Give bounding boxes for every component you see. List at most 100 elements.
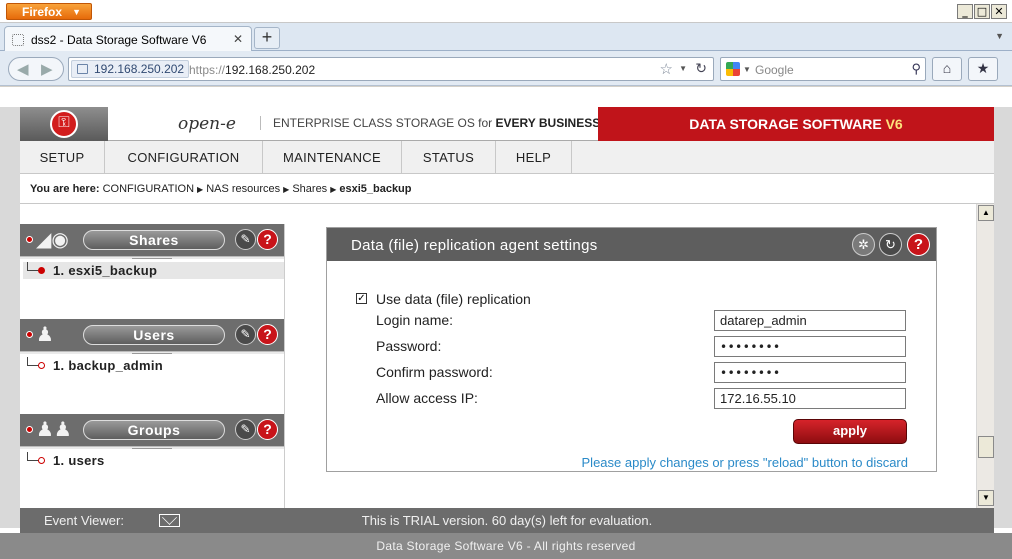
sidebar-item-users-group[interactable]: 1. users — [23, 452, 284, 469]
bookmarks-button[interactable]: ★ — [968, 57, 998, 81]
sidebar-title-users[interactable]: Users — [83, 325, 225, 345]
breadcrumb: You are here: CONFIGURATION ▶ NAS resource… — [20, 174, 994, 204]
url-bar[interactable]: 192.168.250.202 https://192.168.250.202 … — [68, 57, 714, 81]
event-viewer-label: Event Viewer: — [44, 513, 124, 528]
help-icon[interactable]: ? — [257, 229, 278, 250]
menu-setup[interactable]: SETUP — [20, 141, 105, 174]
wrench-icon[interactable]: ✎ — [235, 324, 256, 345]
breadcrumb-arrow-icon: ▶ — [197, 185, 204, 194]
firefox-menu-button[interactable]: Firefox ▼ — [6, 3, 92, 20]
pin-icon — [26, 236, 33, 243]
key-icon: ⚿ — [50, 110, 78, 138]
close-tab-icon[interactable]: ✕ — [233, 32, 243, 46]
item-bullet-icon — [38, 457, 45, 464]
sidebar-title-shares[interactable]: Shares — [83, 230, 225, 250]
url-text[interactable]: https://192.168.250.202 — [189, 63, 315, 77]
breadcrumb-item[interactable]: CONFIGURATION — [103, 183, 194, 195]
login-name-label: Login name: — [376, 312, 454, 328]
new-tab-button[interactable]: + — [254, 27, 280, 49]
tagline-text: ENTERPRISE CLASS STORAGE OS for — [273, 116, 496, 130]
search-icon[interactable]: ⚲ — [911, 61, 921, 77]
wrench-icon[interactable]: ✎ — [235, 229, 256, 250]
forward-arrow-icon[interactable]: ▶ — [41, 60, 53, 78]
open-e-logo: open-e — [178, 114, 236, 134]
breadcrumb-label: You are here: — [30, 183, 100, 195]
header-tagline: ENTERPRISE CLASS STORAGE OS for EVERY BU… — [260, 116, 600, 130]
breadcrumb-item[interactable]: NAS resources — [206, 183, 280, 195]
help-icon[interactable]: ? — [257, 419, 278, 440]
use-replication-checkbox[interactable]: ✓ — [356, 293, 367, 304]
menu-maintenance[interactable]: MAINTENANCE — [263, 141, 402, 174]
firefox-button-label: Firefox — [22, 5, 63, 19]
product-name: DATA STORAGE SOFTWARE — [689, 116, 886, 132]
logo-block: ⚿ — [20, 107, 108, 141]
close-window-button[interactable]: ✕ — [991, 4, 1007, 19]
page-top-strip — [0, 87, 1012, 107]
user-icon: ♟ — [36, 324, 54, 346]
help-icon[interactable]: ? — [907, 233, 930, 256]
minimize-button[interactable]: _ — [957, 4, 973, 19]
confirm-password-label: Confirm password: — [376, 364, 493, 380]
allow-access-ip-input[interactable] — [714, 388, 906, 409]
back-forward-buttons: ◀ ▶ — [8, 57, 64, 81]
search-bar[interactable]: ▼ Google ⚲ — [720, 57, 926, 81]
spinner-icon[interactable]: ✲ — [852, 233, 875, 256]
wrench-icon[interactable]: ✎ — [235, 419, 256, 440]
sidebar-section-shares: ◢◉ Shares ✎ ? — [20, 224, 284, 256]
password-input[interactable] — [714, 336, 906, 357]
breadcrumb-arrow-icon: ▶ — [330, 185, 337, 194]
menu-help[interactable]: HELP — [496, 141, 572, 174]
search-engine-dropdown-icon[interactable]: ▼ — [743, 65, 751, 74]
menu-configuration[interactable]: CONFIGURATION — [105, 141, 263, 174]
window-titlebar: Firefox ▼ _ □ ✕ — [0, 0, 1012, 23]
breadcrumb-item[interactable]: Shares — [292, 183, 327, 195]
url-history-dropdown-icon[interactable]: ▼ — [679, 64, 687, 73]
apply-button[interactable]: apply — [793, 419, 907, 444]
app-header: ⚿ open-e ENTERPRISE CLASS STORAGE OS for… — [20, 107, 994, 141]
sidebar-item-backup-admin[interactable]: 1. backup_admin — [23, 357, 284, 374]
breadcrumb-arrow-icon: ▶ — [283, 185, 290, 194]
list-tabs-icon[interactable]: ▼ — [995, 31, 1004, 41]
sidebar-notch — [132, 353, 172, 354]
favicon-icon — [12, 34, 24, 46]
scroll-up-icon[interactable]: ▲ — [978, 205, 994, 221]
google-icon[interactable] — [726, 62, 740, 76]
search-placeholder: Google — [755, 63, 794, 77]
envelope-icon[interactable] — [159, 514, 180, 527]
login-name-input[interactable] — [714, 310, 906, 331]
site-identity-icon — [77, 64, 88, 74]
allow-access-ip-label: Allow access IP: — [376, 390, 478, 406]
breadcrumb-current: esxi5_backup — [339, 183, 412, 195]
vertical-scrollbar[interactable]: ▲ ▼ — [976, 204, 994, 508]
share-folder-icon: ◢◉ — [36, 229, 69, 251]
page-right-margin — [994, 107, 1012, 528]
sidebar-section-groups: ♟♟ Groups ✎ ? — [20, 414, 284, 446]
panel-header: Data (file) replication agent settings ✲… — [327, 228, 936, 261]
sidebar-divider — [20, 351, 284, 354]
site-identity-button[interactable]: 192.168.250.202 — [71, 60, 190, 78]
confirm-password-input[interactable] — [714, 362, 906, 383]
browser-tab[interactable]: dss2 - Data Storage Software V6 ✕ — [4, 26, 252, 51]
web-page: ⚿ open-e ENTERPRISE CLASS STORAGE OS for… — [0, 87, 1012, 559]
tab-title: dss2 - Data Storage Software V6 — [31, 33, 207, 47]
menu-status[interactable]: STATUS — [402, 141, 496, 174]
home-button[interactable]: ⌂ — [932, 57, 962, 81]
reload-icon[interactable]: ↻ — [879, 233, 902, 256]
panel-title: Data (file) replication agent settings — [351, 237, 598, 254]
product-title: DATA STORAGE SOFTWARE V6 — [598, 107, 994, 141]
help-icon[interactable]: ? — [257, 324, 278, 345]
sidebar-title-groups[interactable]: Groups — [83, 420, 225, 440]
maximize-button[interactable]: □ — [974, 4, 990, 19]
scroll-thumb[interactable] — [978, 436, 994, 458]
apply-note: Please apply changes or press "reload" b… — [581, 455, 908, 470]
scroll-down-icon[interactable]: ▼ — [978, 490, 994, 506]
reload-icon[interactable]: ↻ — [695, 60, 707, 77]
product-version: V6 — [885, 116, 903, 132]
bookmarks-icon: ★ — [976, 60, 990, 76]
tagline-bold: EVERY BUSINESS — [495, 116, 601, 130]
sidebar-item-label: 1. users — [53, 453, 105, 468]
bookmark-star-icon[interactable]: ☆ — [660, 60, 673, 78]
group-icon: ♟♟ — [36, 419, 72, 441]
sidebar-item-esxi5-backup[interactable]: 1. esxi5_backup — [23, 262, 284, 279]
back-arrow-icon[interactable]: ◀ — [17, 60, 29, 78]
